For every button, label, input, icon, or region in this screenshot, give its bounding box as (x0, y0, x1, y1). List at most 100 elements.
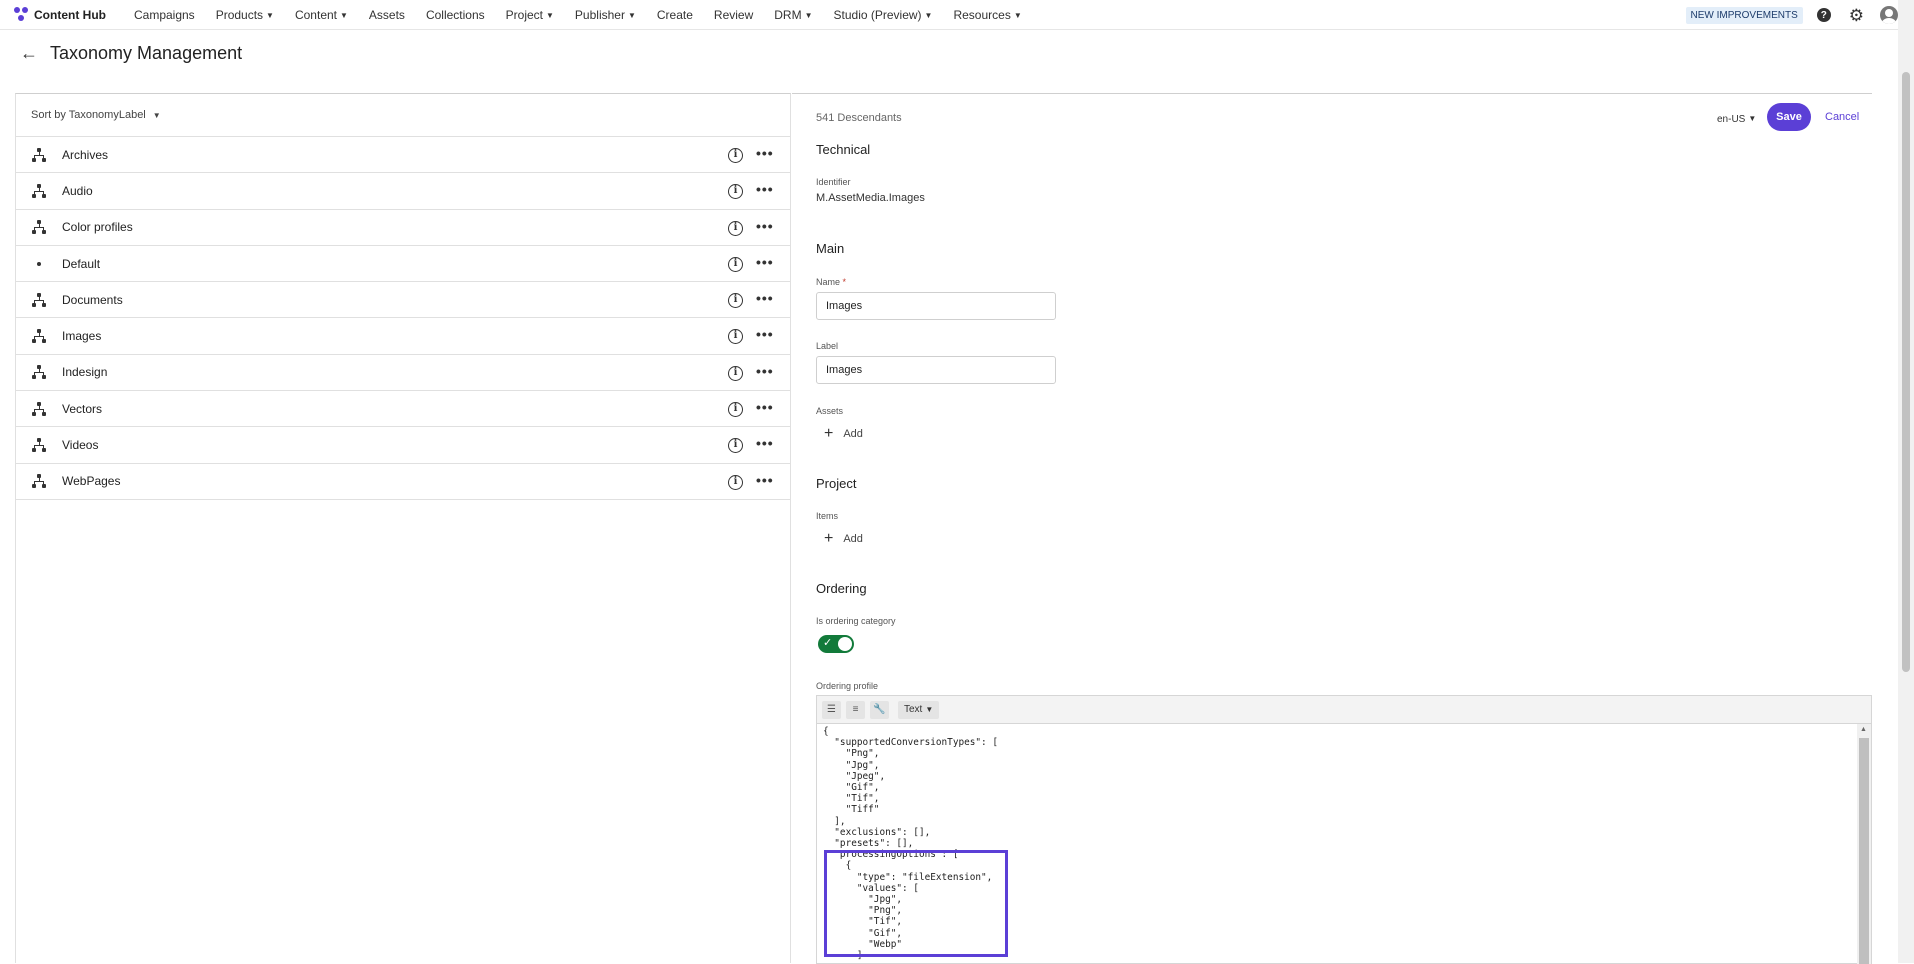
list-item[interactable]: Audio i ••• (16, 173, 790, 210)
more-options-icon[interactable]: ••• (756, 181, 774, 197)
list-item-label: Documents (62, 292, 123, 307)
more-options-icon[interactable]: ••• (756, 472, 774, 488)
avatar[interactable] (1880, 6, 1898, 24)
list-item[interactable]: Images i ••• (16, 318, 790, 355)
more-options-icon[interactable]: ••• (756, 399, 774, 415)
list-item[interactable]: Archives i ••• (16, 137, 790, 174)
highlight-box (824, 850, 1008, 957)
info-icon[interactable]: i (728, 293, 743, 309)
top-navigation: Content Hub Campaigns Products ▼ Content ▼ As… (0, 0, 1898, 30)
list-item-label: Default (62, 256, 101, 271)
brand[interactable]: Content Hub (14, 6, 106, 23)
ordering-section-title: Ordering (816, 581, 867, 596)
page-scrollbar-thumb[interactable] (1902, 72, 1910, 672)
tree-icon (32, 438, 46, 453)
wrench-icon[interactable]: 🔧 (870, 700, 889, 719)
chevron-down-icon: ▼ (340, 10, 348, 20)
new-improvements-badge[interactable]: NEW IMPROVEMENTS (1685, 6, 1803, 24)
nav-item[interactable]: Products ▼ (216, 8, 274, 22)
is-ordering-toggle[interactable]: ✓ (818, 635, 854, 653)
save-button[interactable]: Save (1767, 103, 1811, 131)
help-icon[interactable]: ? (1816, 8, 1831, 22)
nav-item[interactable]: Publisher ▼ (575, 8, 636, 22)
title-bar: ← Taxonomy Management (0, 31, 1898, 75)
list-item[interactable]: WebPages i ••• (16, 464, 790, 500)
add-item-label: Add (843, 533, 863, 545)
nav-item[interactable]: DRM ▼ (774, 8, 812, 22)
more-options-icon[interactable]: ••• (756, 218, 774, 234)
info-icon[interactable]: i (728, 220, 743, 236)
list-item[interactable]: Default i ••• (16, 246, 790, 283)
more-options-icon[interactable]: ••• (756, 363, 774, 379)
nav-item-label: Products (215, 7, 264, 22)
add-asset-button[interactable]: + Add (824, 426, 863, 442)
list-item[interactable]: Documents i ••• (16, 282, 790, 319)
info-icon[interactable]: i (728, 438, 743, 454)
cancel-button[interactable]: Cancel (1825, 111, 1859, 123)
list-item[interactable]: Videos i ••• (16, 427, 790, 464)
nav-item-label: Review (713, 7, 754, 22)
name-input[interactable] (816, 292, 1056, 320)
nav-item-label: Content (294, 7, 337, 22)
page-title: Taxonomy Management (50, 42, 243, 63)
nav-item[interactable]: Create (657, 8, 693, 22)
name-label-text: Name (816, 277, 841, 287)
info-icon[interactable]: i (728, 329, 743, 345)
taxonomy-list-panel: Sort by TaxonomyLabel ▼ Archives i ••• Audi… (15, 93, 791, 963)
list-item[interactable]: Vectors i ••• (16, 391, 790, 428)
nav-item[interactable]: Resources ▼ (953, 8, 1021, 22)
info-icon[interactable]: i (728, 474, 743, 490)
editor-mode-value: Text (904, 704, 923, 715)
more-options-icon[interactable]: ••• (756, 290, 774, 306)
compact-icon[interactable]: ≡ (846, 700, 865, 719)
nav-item[interactable]: Content ▼ (295, 8, 348, 22)
scroll-up-icon[interactable]: ▲ (1860, 726, 1867, 733)
nav-item[interactable]: Review (714, 8, 753, 22)
info-icon[interactable]: i (728, 184, 743, 200)
back-arrow-icon[interactable]: ← (20, 43, 38, 64)
gear-icon[interactable]: ⚙ (1849, 7, 1864, 24)
list-item-label: Images (62, 329, 102, 344)
language-selector[interactable]: en-US ▼ (1717, 114, 1756, 125)
chevron-down-icon: ▼ (1748, 114, 1757, 123)
sort-dropdown[interactable]: Sort by TaxonomyLabel ▼ (16, 94, 790, 137)
info-icon[interactable]: i (728, 402, 743, 418)
info-icon[interactable]: i (728, 256, 743, 272)
label-input[interactable] (816, 356, 1056, 384)
chevron-down-icon: ▼ (152, 110, 161, 120)
nav-item[interactable]: Campaigns (134, 8, 195, 22)
editor-scrollbar-thumb[interactable] (1859, 738, 1869, 964)
more-options-icon[interactable]: ••• (756, 254, 774, 270)
nav-item[interactable]: Collections (426, 8, 485, 22)
more-options-icon[interactable]: ••• (756, 145, 774, 161)
list-item[interactable]: Indesign i ••• (16, 355, 790, 392)
nav-item[interactable]: Assets (369, 8, 405, 22)
nav-item-label: Resources (953, 7, 1011, 22)
editor-mode-select[interactable]: Text ▼ (898, 700, 940, 719)
nav-item-label: Publisher (574, 7, 625, 22)
descendants-count: 541 Descendants (816, 112, 902, 124)
identifier-value: M.AssetMedia.Images (816, 192, 925, 204)
language-value: en-US (1717, 114, 1746, 125)
sort-label: Sort by TaxonomyLabel (31, 109, 146, 121)
chevron-down-icon: ▼ (546, 10, 554, 20)
dot-icon (32, 257, 46, 271)
nav-item[interactable]: Studio (Preview) ▼ (834, 8, 933, 22)
add-project-item-button[interactable]: + Add (824, 531, 863, 547)
nav-right: NEW IMPROVEMENTS ? ⚙ (1685, 0, 1898, 30)
format-icon[interactable]: ☰ (822, 700, 841, 719)
editor-scrollbar[interactable]: ▲ (1857, 724, 1871, 964)
info-icon[interactable]: i (728, 365, 743, 381)
ordering-profile-label: Ordering profile (816, 681, 879, 691)
items-label: Items (816, 511, 839, 521)
nav-item[interactable]: Project ▼ (506, 8, 554, 22)
list-item[interactable]: Color profiles i ••• (16, 210, 790, 246)
more-options-icon[interactable]: ••• (756, 326, 774, 342)
main-section-title: Main (816, 241, 845, 256)
nav-item-label: Campaigns (133, 7, 195, 22)
page-scrollbar[interactable] (1898, 0, 1914, 963)
chevron-down-icon: ▼ (266, 10, 274, 20)
info-icon[interactable]: i (728, 148, 743, 163)
more-options-icon[interactable]: ••• (756, 435, 774, 451)
chevron-down-icon: ▼ (804, 10, 813, 20)
